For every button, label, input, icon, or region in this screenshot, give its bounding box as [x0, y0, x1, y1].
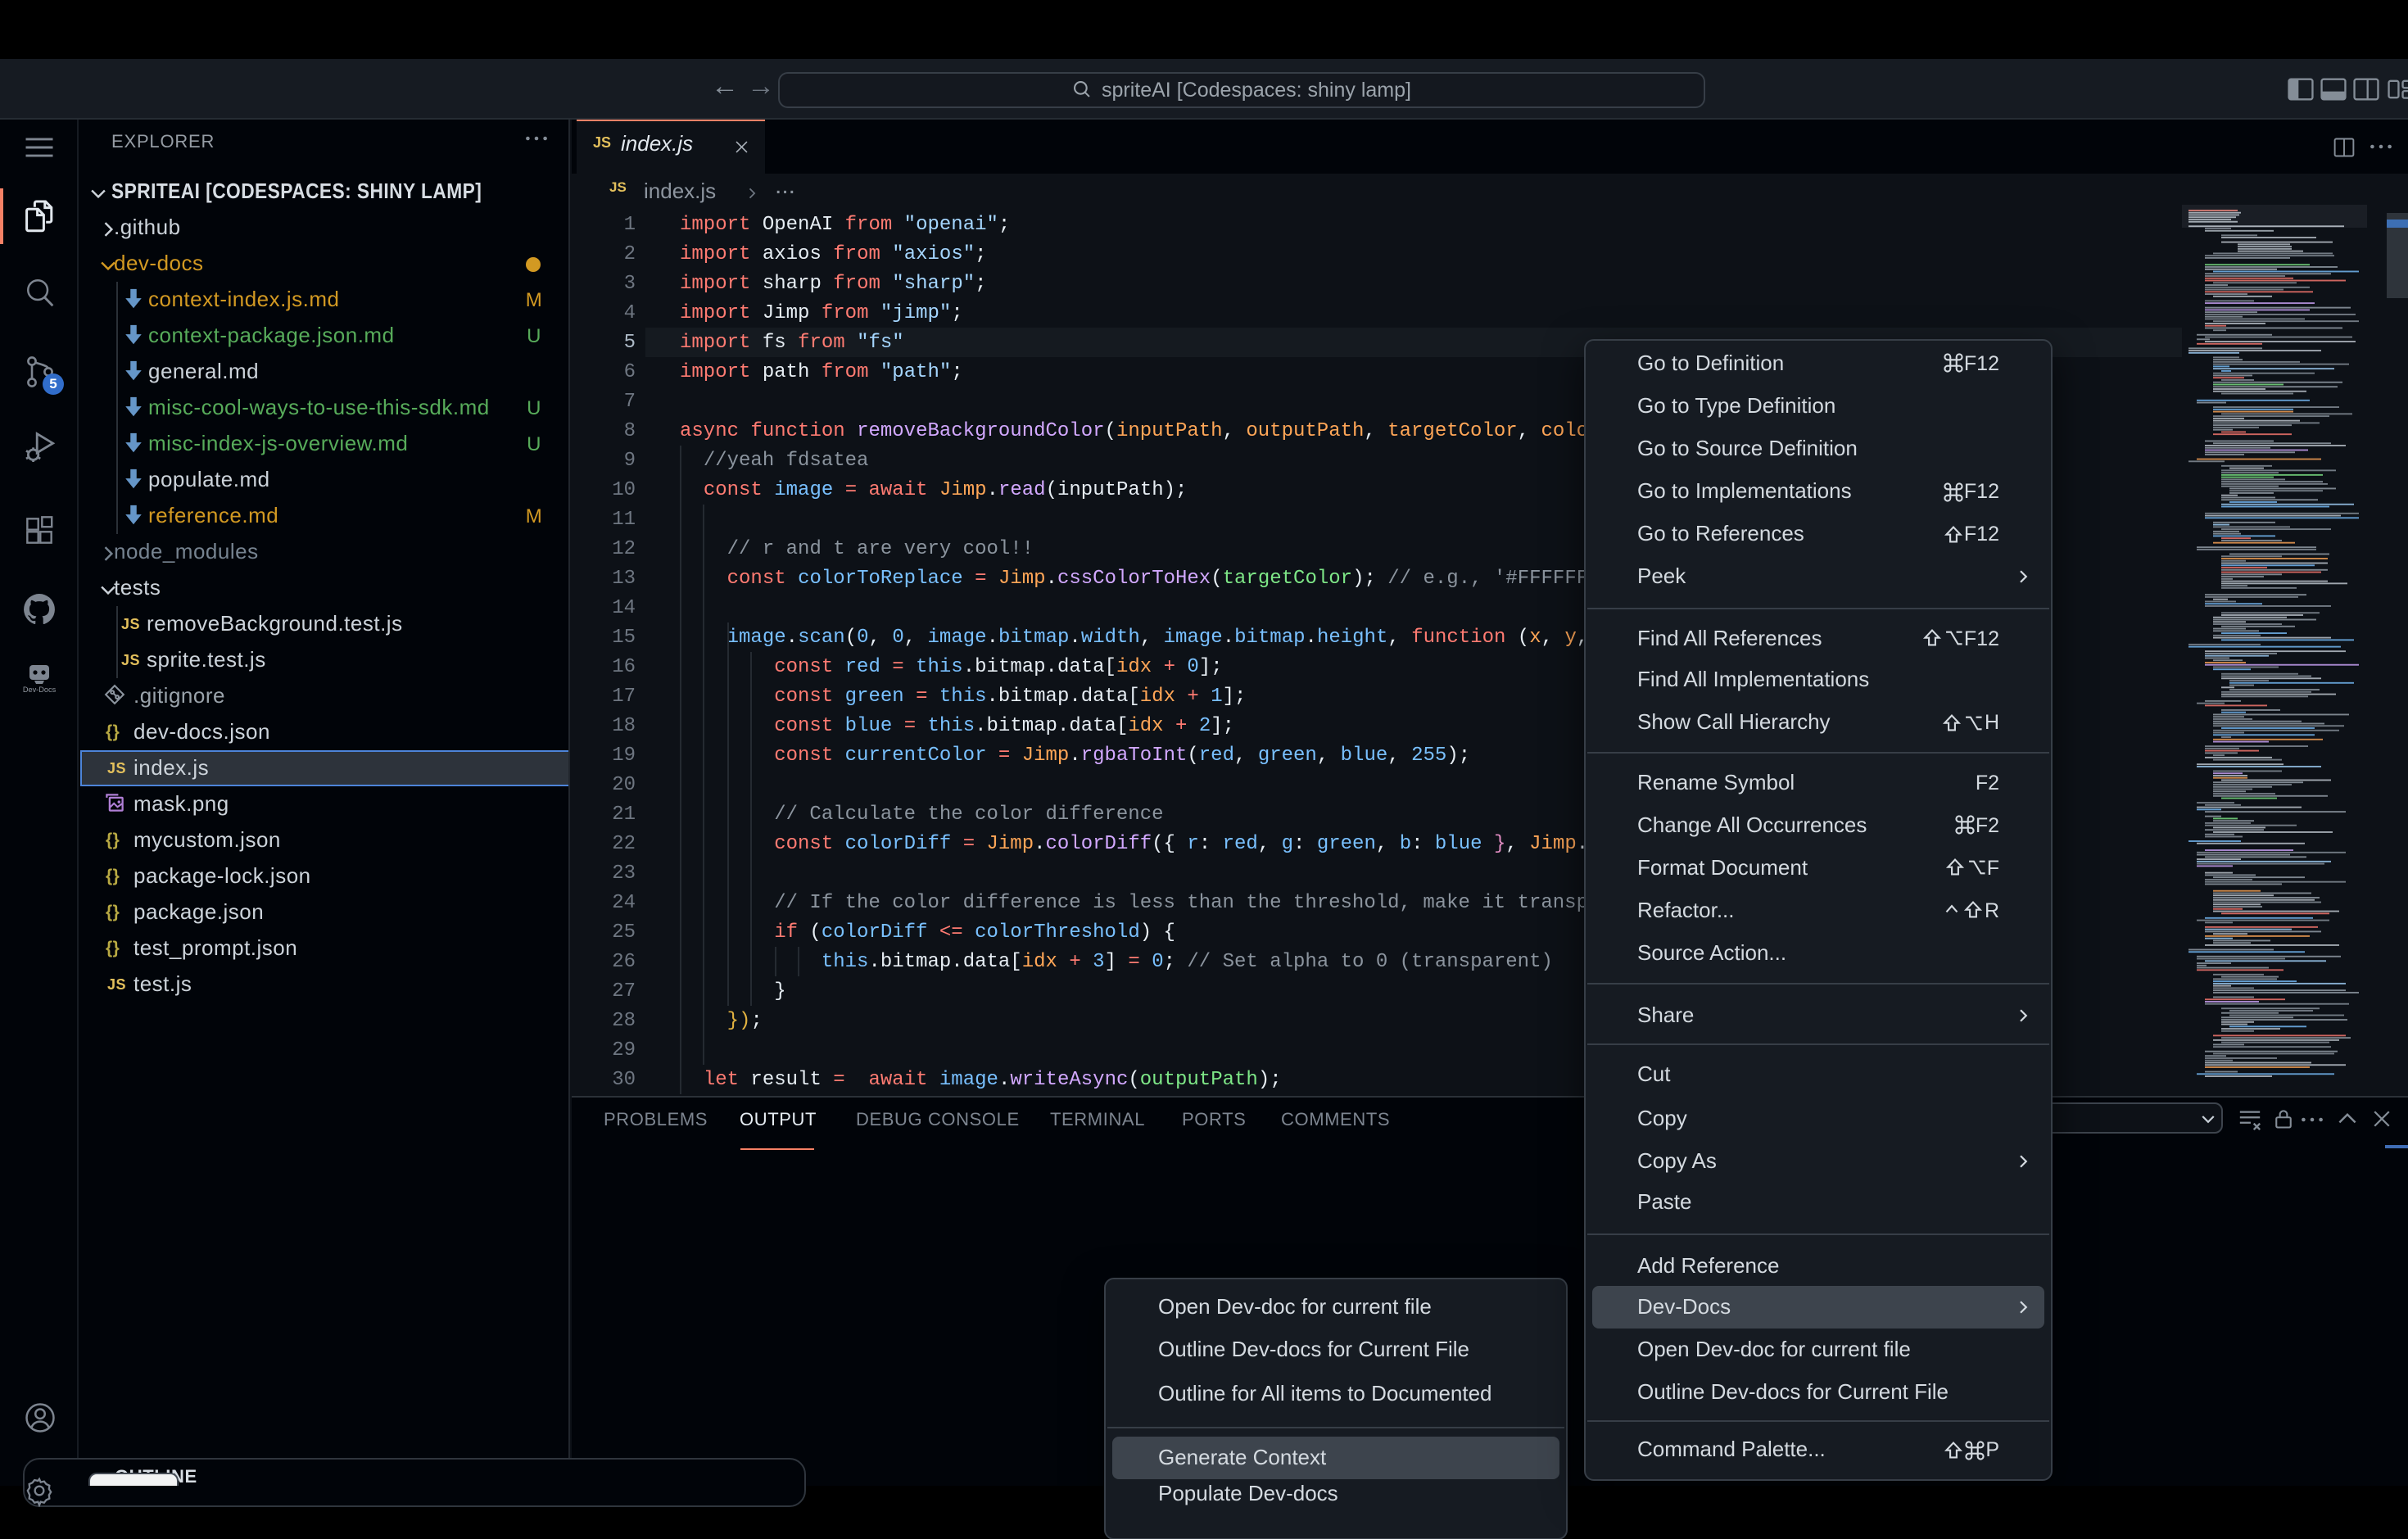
svg-text:Dev-Docs: Dev-Docs	[23, 686, 57, 694]
